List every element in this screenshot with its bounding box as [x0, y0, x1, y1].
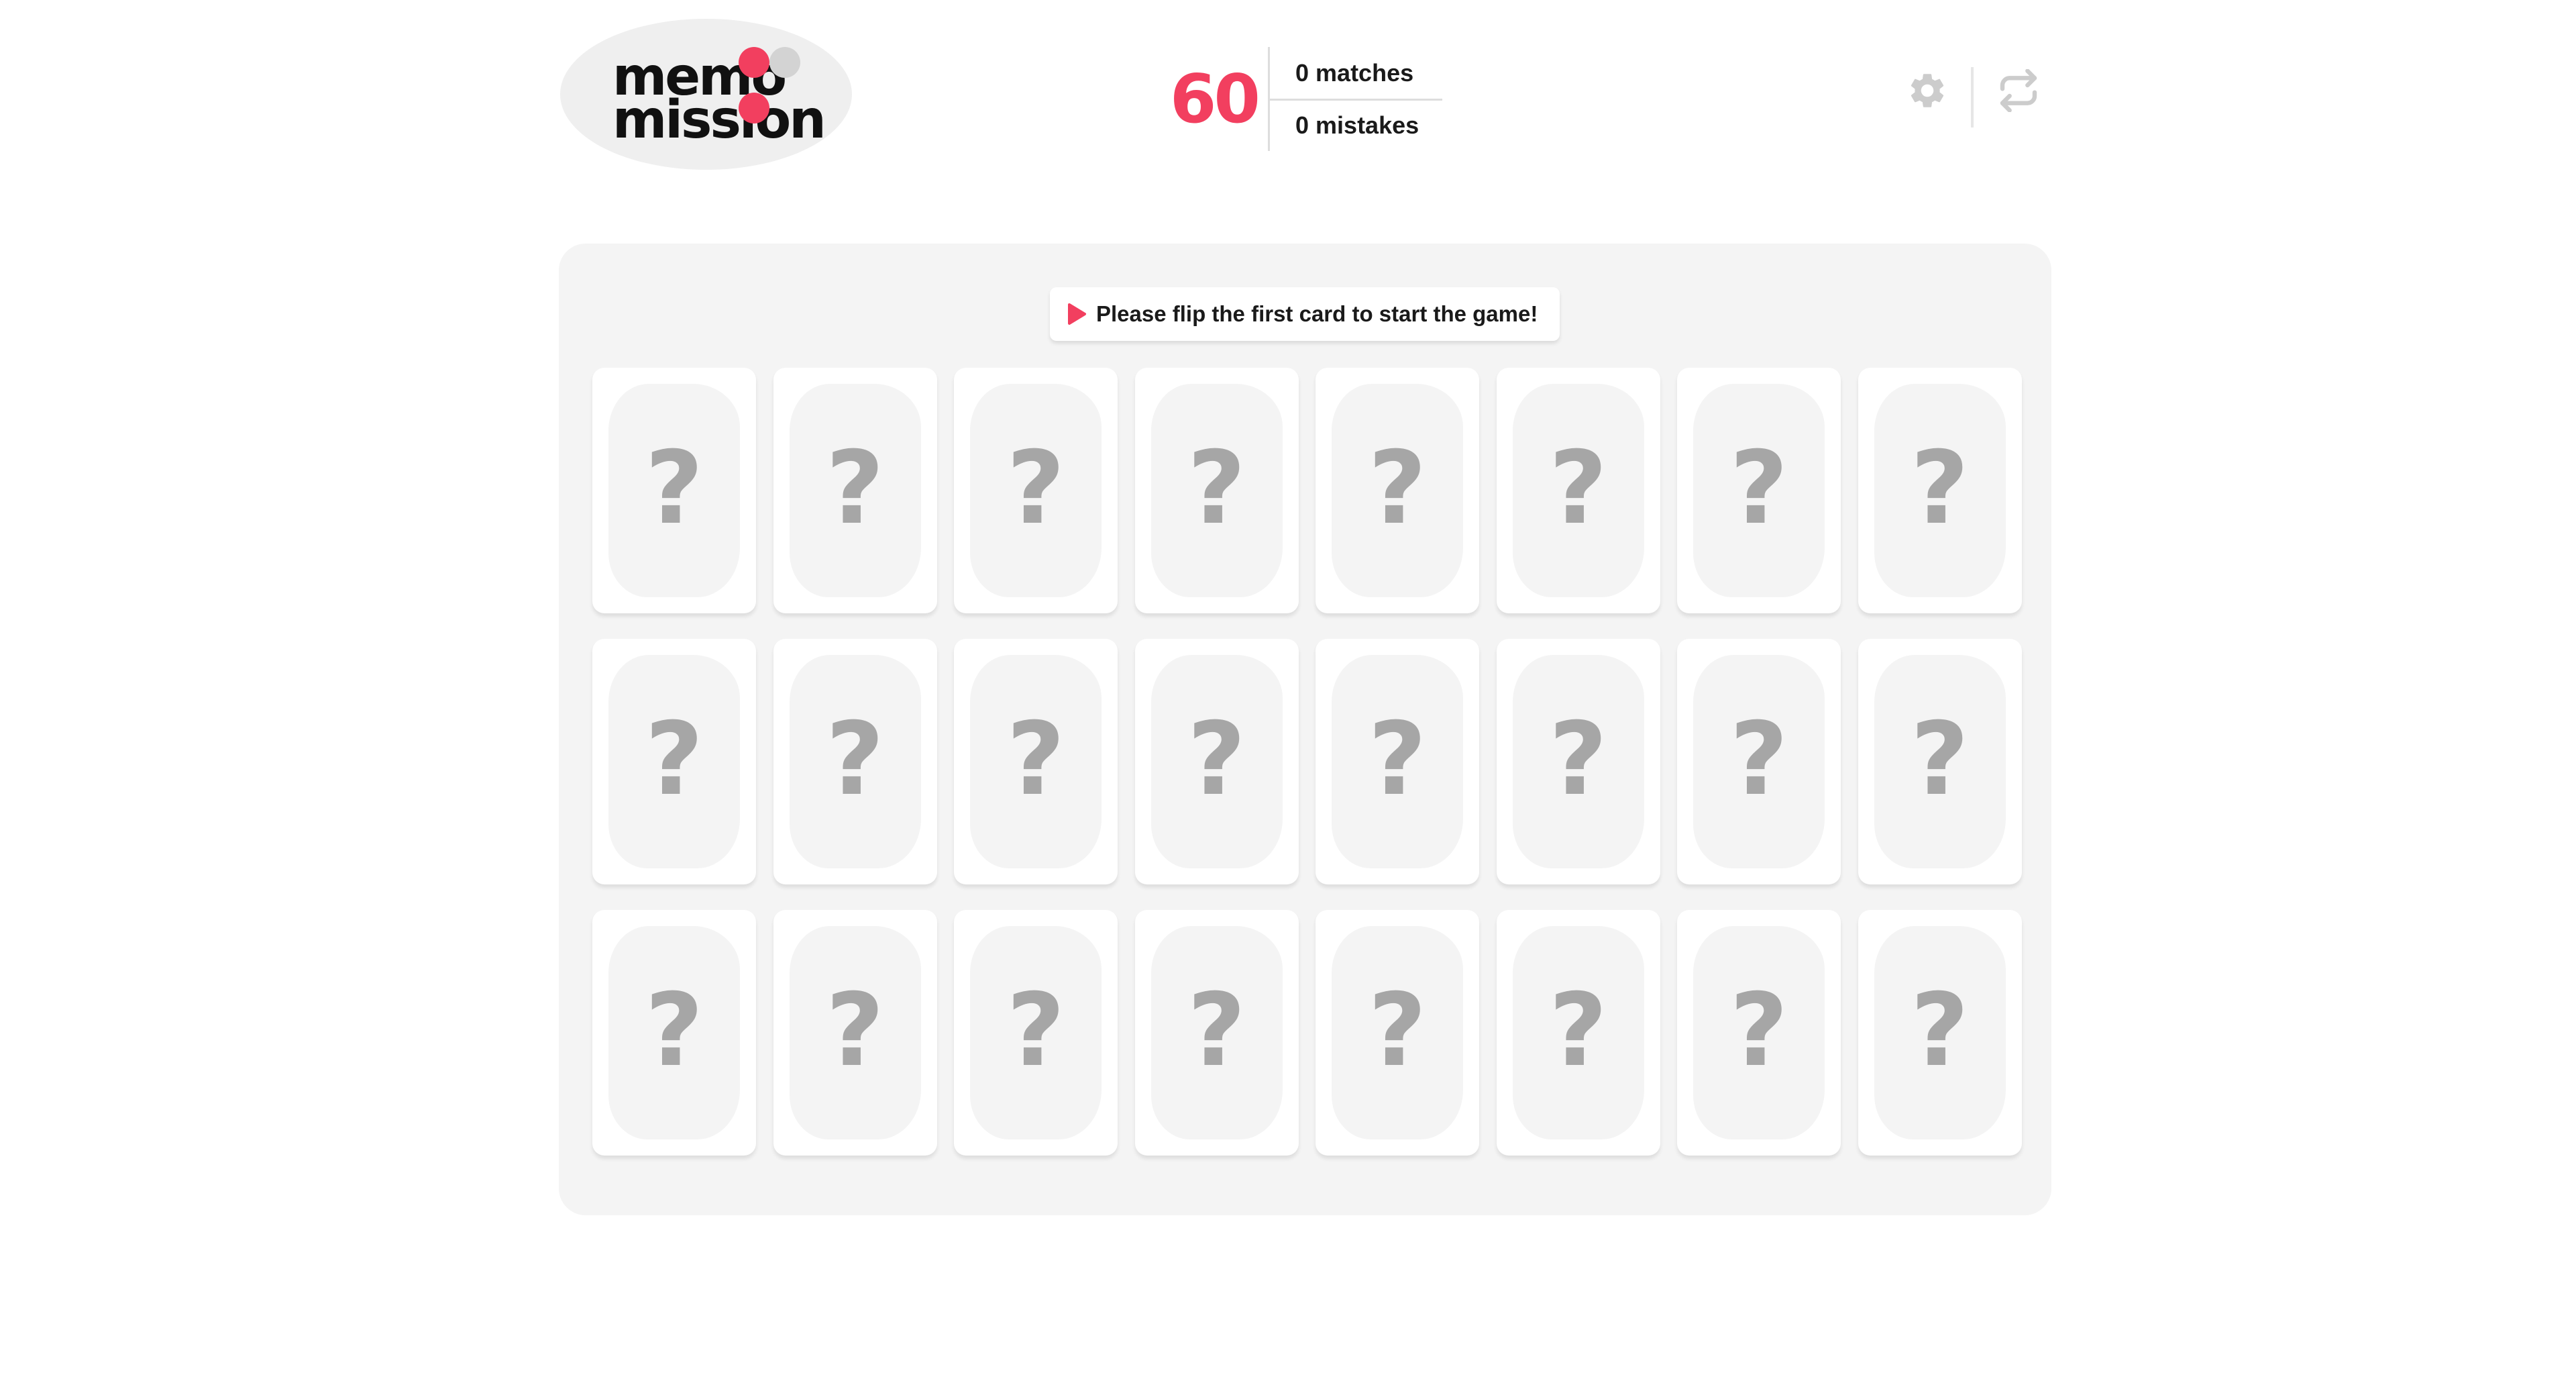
card-back: ? — [1150, 926, 1283, 1139]
memory-card[interactable]: ? — [1858, 639, 2022, 884]
card-back: ? — [1693, 926, 1825, 1139]
gear-icon — [1911, 74, 1944, 107]
logo-line-2: mission — [612, 90, 826, 150]
card-back: ? — [1150, 655, 1283, 868]
question-mark-icon: ? — [645, 430, 704, 547]
memory-card[interactable]: ? — [1858, 368, 2022, 613]
matches-count: 0 — [1295, 58, 1309, 87]
logo-dot — [769, 47, 800, 78]
card-back: ? — [789, 926, 921, 1139]
card-back: ? — [970, 926, 1102, 1139]
header: memo mission 60 0 matches 0 mistakes — [0, 0, 2576, 201]
card-back: ? — [1512, 926, 1644, 1139]
question-mark-icon: ? — [1910, 701, 1969, 818]
memory-card[interactable]: ? — [1677, 639, 1841, 884]
card-back: ? — [1332, 926, 1463, 1139]
question-mark-icon: ? — [1006, 430, 1065, 547]
card-back: ? — [1150, 384, 1283, 597]
memory-card[interactable]: ? — [1496, 639, 1660, 884]
card-back: ? — [1332, 384, 1463, 597]
card-back: ? — [789, 384, 921, 597]
card-back: ? — [1512, 384, 1644, 597]
stats-panel: 0 matches 0 mistakes — [1268, 47, 1442, 151]
memory-card[interactable]: ? — [1316, 368, 1479, 613]
question-mark-icon: ? — [1368, 972, 1427, 1089]
question-mark-icon: ? — [1910, 430, 1969, 547]
question-mark-icon: ? — [1187, 701, 1246, 818]
question-mark-icon: ? — [1548, 701, 1607, 818]
question-mark-icon: ? — [1187, 430, 1246, 547]
card-back: ? — [970, 384, 1102, 597]
question-mark-icon: ? — [645, 701, 704, 818]
matches-label: matches — [1316, 58, 1414, 87]
memory-card[interactable]: ? — [1134, 368, 1299, 613]
memory-card[interactable]: ? — [1316, 910, 1479, 1156]
play-icon — [1068, 303, 1086, 325]
card-back: ? — [970, 655, 1102, 868]
question-mark-icon: ? — [645, 972, 704, 1089]
question-mark-icon: ? — [1729, 701, 1788, 818]
hint-text: Please flip the first card to start the … — [1096, 301, 1538, 326]
card-back: ? — [1512, 655, 1644, 868]
question-mark-icon: ? — [1729, 430, 1788, 547]
question-mark-icon: ? — [1910, 972, 1969, 1089]
memory-card[interactable]: ? — [1134, 639, 1299, 884]
question-mark-icon: ? — [1729, 972, 1788, 1089]
header-divider — [1971, 67, 1974, 127]
logo-dot — [739, 93, 769, 123]
question-mark-icon: ? — [1368, 430, 1427, 547]
settings-button[interactable] — [1904, 67, 1951, 114]
game-board: Please flip the first card to start the … — [559, 244, 2051, 1215]
memory-card[interactable]: ? — [1858, 910, 2022, 1156]
question-mark-icon: ? — [1006, 972, 1065, 1089]
question-mark-icon: ? — [1187, 972, 1246, 1089]
restart-button[interactable] — [1995, 67, 2042, 114]
mistakes-count: 0 — [1295, 111, 1309, 139]
memory-card[interactable]: ? — [1677, 910, 1841, 1156]
memory-card[interactable]: ? — [954, 639, 1118, 884]
memory-card[interactable]: ? — [773, 368, 937, 613]
question-mark-icon: ? — [825, 430, 884, 547]
memory-card[interactable]: ? — [954, 368, 1118, 613]
question-mark-icon: ? — [1368, 701, 1427, 818]
card-back: ? — [789, 655, 921, 868]
question-mark-icon: ? — [825, 972, 884, 1089]
question-mark-icon: ? — [825, 701, 884, 818]
memory-card[interactable]: ? — [773, 910, 937, 1156]
memory-card[interactable]: ? — [1677, 368, 1841, 613]
start-hint: Please flip the first card to start the … — [1050, 287, 1560, 341]
memory-card[interactable]: ? — [1316, 639, 1479, 884]
memory-card[interactable]: ? — [1496, 368, 1660, 613]
matches-stat: 0 matches — [1270, 47, 1442, 99]
card-back: ? — [608, 926, 740, 1139]
question-mark-icon: ? — [1548, 430, 1607, 547]
card-back: ? — [1874, 926, 2006, 1139]
memory-card[interactable]: ? — [592, 910, 756, 1156]
card-back: ? — [608, 384, 740, 597]
logo-dot — [739, 47, 769, 78]
memory-card[interactable]: ? — [592, 639, 756, 884]
question-mark-icon: ? — [1006, 701, 1065, 818]
card-back: ? — [1693, 384, 1825, 597]
question-mark-icon: ? — [1548, 972, 1607, 1089]
memory-card[interactable]: ? — [773, 639, 937, 884]
logo: memo mission — [560, 19, 852, 170]
card-back: ? — [608, 655, 740, 868]
card-back: ? — [1874, 384, 2006, 597]
mistakes-stat: 0 mistakes — [1270, 99, 1442, 150]
mistakes-label: mistakes — [1316, 111, 1419, 139]
card-back: ? — [1332, 655, 1463, 868]
memory-card[interactable]: ? — [1496, 910, 1660, 1156]
card-back: ? — [1693, 655, 1825, 868]
memory-card[interactable]: ? — [592, 368, 756, 613]
card-back: ? — [1874, 655, 2006, 868]
memory-card[interactable]: ? — [1134, 910, 1299, 1156]
card-grid: ???????????????????????? — [592, 368, 2022, 1156]
refresh-icon — [2000, 69, 2037, 112]
timer-score: 60 — [1169, 60, 1260, 138]
memory-card[interactable]: ? — [954, 910, 1118, 1156]
